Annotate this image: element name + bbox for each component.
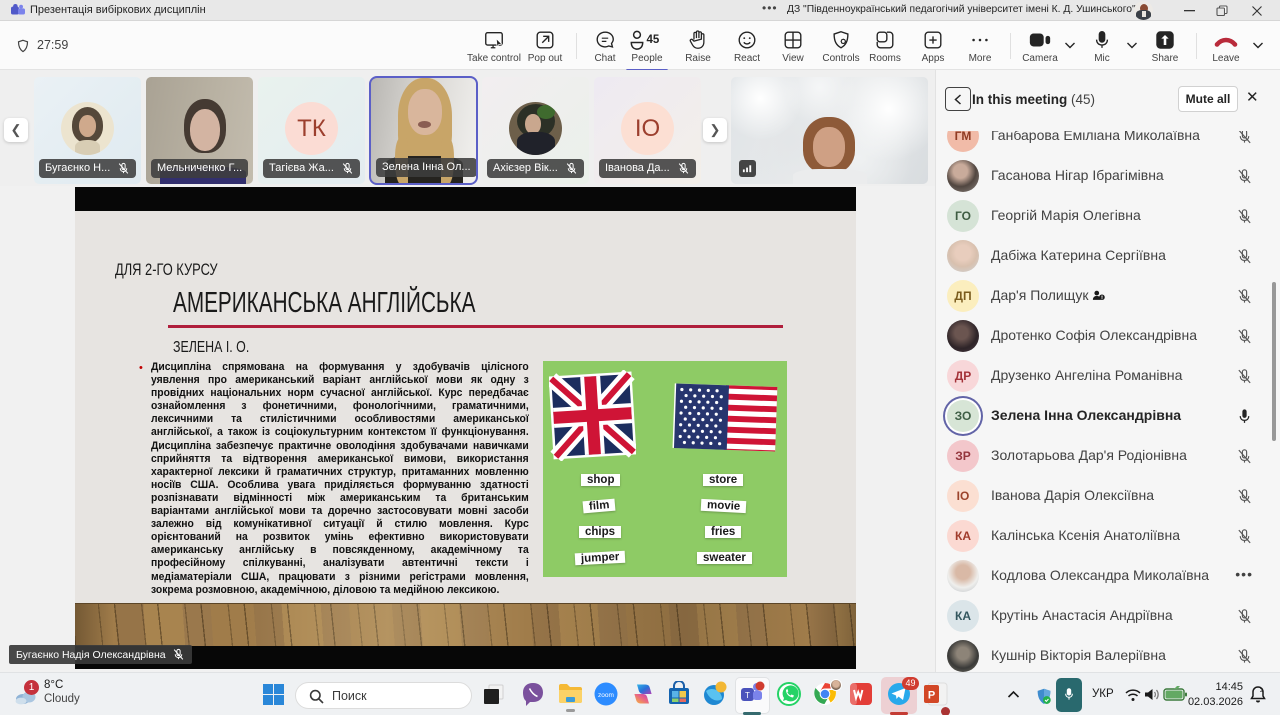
svg-text:z: z xyxy=(1260,688,1263,694)
svg-text:P: P xyxy=(928,690,935,702)
svg-text:T: T xyxy=(745,691,750,700)
svg-text:zoom: zoom xyxy=(598,692,614,699)
svg-text:45: 45 xyxy=(647,34,660,46)
